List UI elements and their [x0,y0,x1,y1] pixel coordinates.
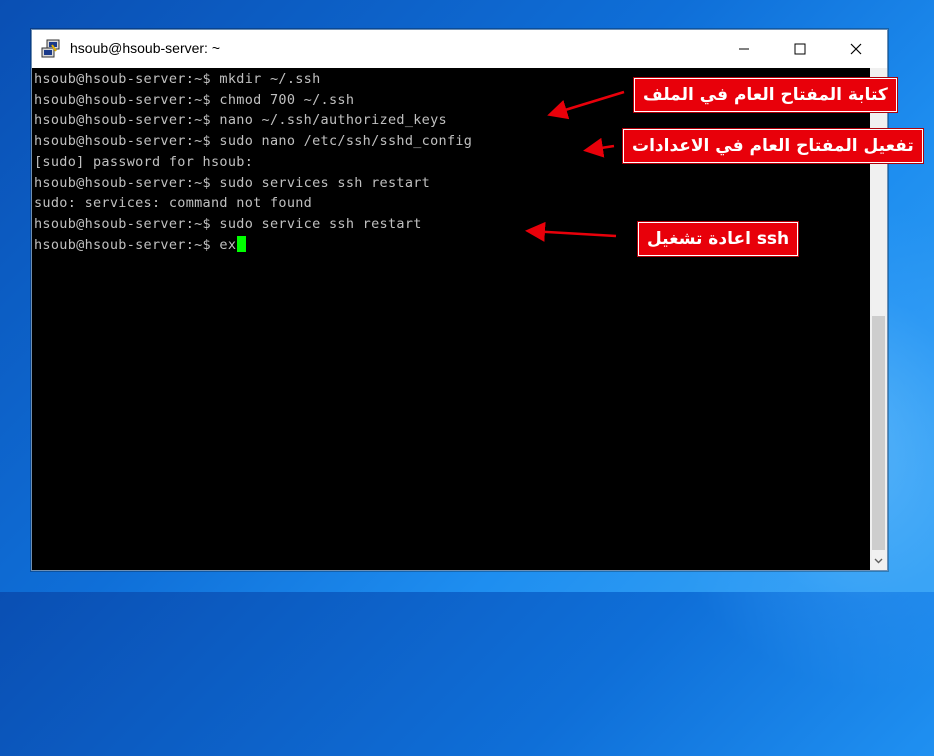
terminal-line: sudo: services: command not found [34,195,313,211]
terminal-line: hsoub@hsoub-server:~$ mkdir ~/.ssh [34,71,321,87]
terminal-prompt-line[interactable]: hsoub@hsoub-server:~$ ex [34,235,247,255]
terminal-line: [sudo] password for hsoub: [34,154,254,170]
terminal-line: hsoub@hsoub-server:~$ nano ~/.ssh/author… [34,112,447,128]
title-bar[interactable]: hsoub@hsoub-server: ~ [32,30,887,68]
terminal-line: hsoub@hsoub-server:~$ chmod 700 ~/.ssh [34,92,355,108]
terminal-line: hsoub@hsoub-server:~$ sudo nano /etc/ssh… [34,133,473,149]
maximize-icon [794,43,806,55]
minimize-button[interactable] [716,30,772,68]
annotation-restart-ssh: ssh اعادة تشغيل [638,222,799,256]
chevron-down-icon [874,558,883,563]
terminal-line: hsoub@hsoub-server:~$ sudo services ssh … [34,175,431,191]
terminal-cursor [237,236,247,252]
scroll-down-button[interactable] [870,552,887,569]
maximize-button[interactable] [772,30,828,68]
scrollbar-thumb[interactable] [872,316,885,550]
annotation-write-public-key: كتابة المفتاح العام في الملف [634,78,897,112]
annotation-enable-public-key: تفعيل المفتاح العام في الاعدادات [623,129,923,163]
terminal-current-input: hsoub@hsoub-server:~$ ex [34,237,237,253]
window-title: hsoub@hsoub-server: ~ [70,40,221,56]
putty-icon[interactable] [41,39,61,59]
close-icon [850,43,862,55]
terminal-line: hsoub@hsoub-server:~$ sudo service ssh r… [34,216,422,232]
close-button[interactable] [828,30,884,68]
minimize-icon [739,48,749,50]
